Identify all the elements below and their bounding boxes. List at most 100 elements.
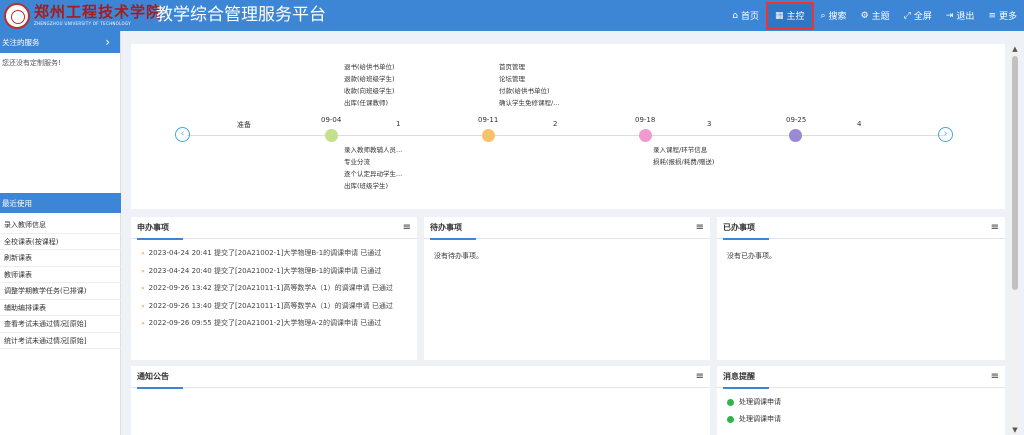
timeline-week: 1 — [396, 120, 401, 128]
nav-search[interactable]: ⌕ 搜索 — [814, 0, 854, 31]
timeline-task[interactable]: 录入课程/环节信息 — [653, 144, 714, 156]
timeline-task[interactable]: 专业分流 — [344, 156, 402, 168]
timeline-task[interactable]: 损耗(报损/耗费/赠送) — [653, 156, 714, 168]
card-menu-icon[interactable]: ≡ — [403, 222, 411, 233]
fav-services-header[interactable]: 关注的服务 › — [0, 31, 120, 53]
windows-icon: ▦ — [774, 10, 784, 21]
apply-item[interactable]: » 2023-04-24 20:41 提交了[20A21002-1]大学物理B-1… — [131, 245, 417, 263]
chat-bubble-icon — [727, 399, 734, 406]
nav-dashboard[interactable]: ▦ 主控 — [765, 1, 814, 30]
todo-card: 待办事项 ≡ 没有待办事项。 — [424, 217, 710, 360]
notice-card: 通知公告 ≡ — [131, 366, 710, 435]
message-list: 处理调课申请 处理调课申请 — [717, 388, 1005, 428]
done-empty: 没有已办事项。 — [727, 252, 776, 260]
recent-item[interactable]: 辅助编排课表 — [0, 300, 121, 316]
scroll-thumb[interactable] — [1012, 56, 1018, 290]
timeline-tasks-above: 退书(给供书单位) 退款(给班级学生) 收款(向班级学生) 出库(任课教师) — [344, 61, 395, 109]
timeline-panel: ‹ › 准备 09-04 1 09-11 2 09-18 3 09-25 4 退… — [131, 44, 1005, 209]
timeline-week: 2 — [553, 120, 558, 128]
timeline-dot[interactable] — [482, 129, 495, 142]
timeline-tasks-above: 首页管理 论坛管理 付款(给供书单位) 确认学生免修课程/... — [499, 61, 559, 109]
timeline-task[interactable]: 退款(给班级学生) — [344, 73, 395, 85]
timeline-task[interactable]: 逐个认定异动学生... — [344, 168, 402, 180]
gears-icon: ⚙ — [860, 10, 869, 21]
apply-item[interactable]: » 2022-09-26 13:40 提交了[20A21011-1]高等数学A（1… — [131, 298, 417, 316]
recent-used-header: 最近使用 — [0, 193, 121, 213]
timeline-date: 09-04 — [321, 116, 342, 124]
timeline-task[interactable]: 首页管理 — [499, 61, 559, 73]
apply-item[interactable]: » 2022-09-26 13:42 提交了[20A21011-1]高等数学A（1… — [131, 280, 417, 298]
bullet-icon: » — [141, 285, 145, 292]
timeline-dot[interactable] — [789, 129, 802, 142]
card-menu-icon[interactable]: ≡ — [991, 371, 999, 382]
timeline-tasks-below: 录入课程/环节信息 损耗(报损/耗费/赠送) — [653, 144, 714, 168]
fav-services-empty: 您还没有定制服务! — [2, 59, 61, 67]
timeline-week: 4 — [857, 120, 862, 128]
card-menu-icon[interactable]: ≡ — [991, 222, 999, 233]
timeline-task[interactable]: 收款(向班级学生) — [344, 85, 395, 97]
done-card: 已办事项 ≡ 没有已办事项。 — [717, 217, 1005, 360]
nav-more[interactable]: ≡ 更多 — [981, 0, 1024, 31]
timeline-task[interactable]: 确认学生免修课程/... — [499, 97, 559, 109]
apply-item[interactable]: » 2023-04-24 20:40 提交了[20A21002-1]大学物理B-1… — [131, 263, 417, 281]
card-menu-icon[interactable]: ≡ — [696, 222, 704, 233]
page-scrollbar[interactable]: ▲ ▼ — [1010, 44, 1020, 435]
message-card-title: 消息提醒 — [723, 366, 769, 389]
fullscreen-icon: ⤢ — [903, 10, 911, 21]
recent-item[interactable]: 调整学期教学任务(已排课) — [0, 283, 121, 300]
timeline-task[interactable]: 退书(给供书单位) — [344, 61, 395, 73]
apply-list: » 2023-04-24 20:41 提交了[20A21002-1]大学物理B-1… — [131, 239, 417, 333]
timeline-dot[interactable] — [639, 129, 652, 142]
recent-item[interactable]: 录入教师信息 — [0, 217, 121, 234]
timeline-start-label: 准备 — [237, 121, 251, 129]
todo-card-title: 待办事项 — [430, 217, 476, 240]
recent-item[interactable]: 刷新课表 — [0, 250, 121, 267]
nav-home[interactable]: ⌂ 首页 — [725, 0, 766, 31]
school-seal-icon — [4, 2, 30, 29]
apply-card: 申办事项 ≡ » 2023-04-24 20:41 提交了[20A21002-1]… — [131, 217, 417, 360]
school-name: 郑州工程技术学院 — [34, 3, 163, 21]
recent-used-list: 录入教师信息 全校课表(按课程) 刷新课表 教师课表 调整学期教学任务(已排课)… — [0, 217, 121, 349]
nav-logout[interactable]: ⇥ 退出 — [939, 0, 982, 31]
recent-item[interactable]: 统计考试未通过情况[原始] — [0, 333, 121, 349]
timeline-task[interactable]: 付款(给供书单位) — [499, 85, 559, 97]
timeline-line — [187, 135, 947, 136]
nav-fullscreen[interactable]: ⤢ 全屏 — [897, 0, 939, 31]
scroll-up-icon[interactable]: ▲ — [1010, 44, 1020, 54]
chevron-right-icon[interactable]: › — [105, 35, 110, 49]
timeline-task[interactable]: 出库(任课教师) — [344, 97, 395, 109]
timeline-date: 09-25 — [786, 116, 807, 124]
timeline-task[interactable]: 录入教师教辅人员... — [344, 144, 402, 156]
home-icon: ⌂ — [732, 10, 738, 21]
logout-icon: ⇥ — [945, 10, 954, 21]
card-menu-icon[interactable]: ≡ — [696, 371, 704, 382]
timeline-week: 3 — [707, 120, 712, 128]
timeline-next-icon[interactable]: › — [938, 127, 953, 142]
timeline-task[interactable]: 出库(班级学生) — [344, 180, 402, 192]
recent-item[interactable]: 教师课表 — [0, 267, 121, 283]
timeline-task[interactable]: 论坛管理 — [499, 73, 559, 85]
message-item[interactable]: 处理调课申请 — [717, 411, 1005, 428]
bullet-icon: » — [141, 267, 145, 275]
timeline-tasks-below: 录入教师教辅人员... 专业分流 逐个认定异动学生... 出库(班级学生) — [344, 144, 402, 192]
message-card: 消息提醒 ≡ 处理调课申请 处理调课申请 — [717, 366, 1005, 435]
apply-card-title: 申办事项 — [137, 217, 183, 240]
bullet-icon: » — [141, 302, 145, 310]
timeline-date: 09-18 — [635, 116, 656, 124]
timeline-prev-icon[interactable]: ‹ — [175, 127, 190, 142]
notice-card-title: 通知公告 — [137, 366, 183, 389]
recent-item[interactable]: 查看考试未通过情况[原始] — [0, 316, 121, 333]
menu-icon: ≡ — [988, 10, 996, 21]
apply-item[interactable]: » 2022-09-26 09:55 提交了[20A21001-2]大学物理A-2… — [131, 315, 417, 333]
done-card-title: 已办事项 — [723, 217, 769, 240]
scroll-down-icon[interactable]: ▼ — [1010, 425, 1020, 435]
bullet-icon: » — [141, 320, 145, 327]
recent-item[interactable]: 全校课表(按课程) — [0, 234, 121, 250]
nav-theme[interactable]: ⚙ 主题 — [854, 0, 897, 31]
school-name-en: ZHENGZHOU UNIVERSITY OF TECHNOLOGY — [34, 21, 131, 26]
message-item[interactable]: 处理调课申请 — [717, 394, 1005, 411]
fav-services-title: 关注的服务 — [2, 37, 40, 47]
school-logo[interactable]: 郑州工程技术学院 ZHENGZHOU UNIVERSITY OF TECHNOL… — [4, 1, 162, 30]
timeline-dot[interactable] — [325, 129, 338, 142]
chat-bubble-icon — [727, 416, 734, 423]
